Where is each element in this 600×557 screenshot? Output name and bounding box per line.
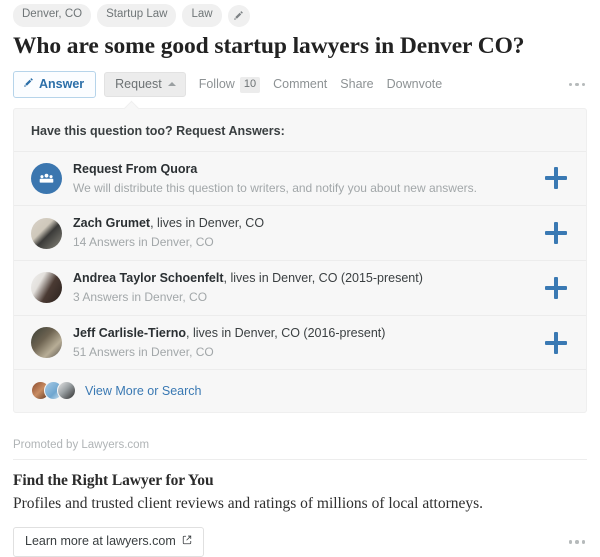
row-subtext: 3 Answers in Denver, CO — [73, 289, 208, 304]
plus-icon[interactable] — [543, 330, 569, 356]
learn-more-label: Learn more at lawyers.com — [25, 534, 176, 549]
promoted-ad: Promoted by Lawyers.com Find the Right L… — [13, 439, 587, 557]
request-row-person[interactable]: Andrea Taylor Schoenfelt, lives in Denve… — [14, 260, 586, 315]
avatar — [31, 217, 62, 249]
plus-icon[interactable] — [543, 220, 569, 246]
avatar-cluster — [31, 381, 76, 401]
topic-tag-location[interactable]: Denver, CO — [13, 4, 92, 27]
question-title: Who are some good startup lawyers in Den… — [13, 33, 525, 59]
view-more-or-search-link[interactable]: View More or Search — [85, 384, 202, 398]
dot — [581, 82, 585, 87]
answer-button-label: Answer — [39, 76, 85, 91]
row-credential: , lives in Denver, CO — [150, 216, 265, 231]
row-name-line: Jeff Carlisle-Tierno, lives in Denver, C… — [73, 325, 533, 342]
row-name-line: Zach Grumet, lives in Denver, CO — [73, 215, 533, 232]
request-button-label: Request — [115, 76, 162, 91]
view-more-row[interactable]: View More or Search — [14, 369, 586, 412]
topic-tag-list: Denver, CO Startup Law Law — [0, 0, 600, 27]
follow-control[interactable]: Follow 10 — [198, 76, 261, 93]
quora-group-icon — [31, 162, 62, 194]
edit-topics-button[interactable] — [227, 4, 250, 27]
dot — [575, 82, 579, 87]
ad-ellipsis-icon[interactable] — [567, 534, 588, 550]
avatar — [57, 381, 76, 401]
dot — [581, 540, 585, 544]
request-dropdown-button[interactable]: Request — [104, 71, 186, 98]
row-subtext: 51 Answers in Denver, CO — [73, 344, 214, 359]
learn-more-button[interactable]: Learn more at lawyers.com — [13, 527, 204, 557]
dot — [568, 82, 572, 87]
panel-heading: Have this question too? Request Answers: — [31, 123, 285, 138]
row-credential: , lives in Denver, CO (2016-present) — [186, 325, 386, 340]
caret-up-icon — [167, 82, 176, 87]
promoted-label: Promoted by Lawyers.com — [13, 439, 587, 461]
dot — [568, 540, 572, 544]
topic-tag-law[interactable]: Law — [182, 4, 222, 27]
row-text: Zach Grumet, lives in Denver, CO 14 Answ… — [73, 215, 533, 251]
question-action-bar: Answer Request Follow 10 Comment Share D… — [13, 71, 587, 99]
pencil-icon — [233, 10, 244, 21]
request-row-quora[interactable]: Request From Quora We will distribute th… — [14, 150, 586, 206]
pencil-icon — [23, 77, 34, 91]
row-name: Andrea Taylor Schoenfelt — [73, 271, 224, 285]
ad-headline[interactable]: Find the Right Lawyer for You — [13, 472, 587, 490]
comment-button[interactable]: Comment — [273, 78, 327, 91]
row-name: Jeff Carlisle-Tierno — [73, 325, 187, 340]
row-text: Request From Quora We will distribute th… — [73, 161, 533, 197]
follow-count-badge: 10 — [239, 76, 261, 93]
follow-label: Follow — [198, 77, 235, 92]
row-text: Andrea Taylor Schoenfelt, lives in Denve… — [73, 270, 533, 306]
answer-button[interactable]: Answer — [13, 71, 97, 98]
row-subtext: We will distribute this question to writ… — [73, 180, 477, 195]
plus-icon[interactable] — [543, 165, 569, 191]
row-name: Zach Grumet — [73, 216, 151, 231]
row-subtext: 14 Answers in Denver, CO — [73, 235, 214, 250]
request-answers-panel: Have this question too? Request Answers:… — [13, 100, 587, 414]
row-name-line: Request From Quora — [73, 161, 533, 178]
ad-footer: Learn more at lawyers.com — [13, 527, 587, 557]
row-name: Request From Quora — [73, 161, 198, 176]
row-text: Jeff Carlisle-Tierno, lives in Denver, C… — [73, 325, 533, 361]
question-page: Denver, CO Startup Law Law Who are some … — [0, 0, 600, 557]
request-row-person[interactable]: Zach Grumet, lives in Denver, CO 14 Answ… — [14, 205, 586, 260]
plus-icon[interactable] — [543, 275, 569, 301]
ad-body-text: Profiles and trusted client reviews and … — [13, 495, 484, 513]
topic-tag-startup-law[interactable]: Startup Law — [97, 4, 177, 27]
downvote-button[interactable]: Downvote — [387, 78, 443, 91]
request-row-person[interactable]: Jeff Carlisle-Tierno, lives in Denver, C… — [14, 314, 586, 370]
row-name-line: Andrea Taylor Schoenfelt, lives in Denve… — [73, 270, 533, 287]
avatar — [31, 272, 62, 304]
external-link-icon — [182, 535, 192, 548]
share-button[interactable]: Share — [340, 78, 373, 91]
ellipsis-icon[interactable] — [567, 77, 588, 93]
avatar — [31, 327, 62, 358]
row-credential: , lives in Denver, CO (2015-present) — [223, 271, 423, 285]
dot — [575, 540, 579, 544]
